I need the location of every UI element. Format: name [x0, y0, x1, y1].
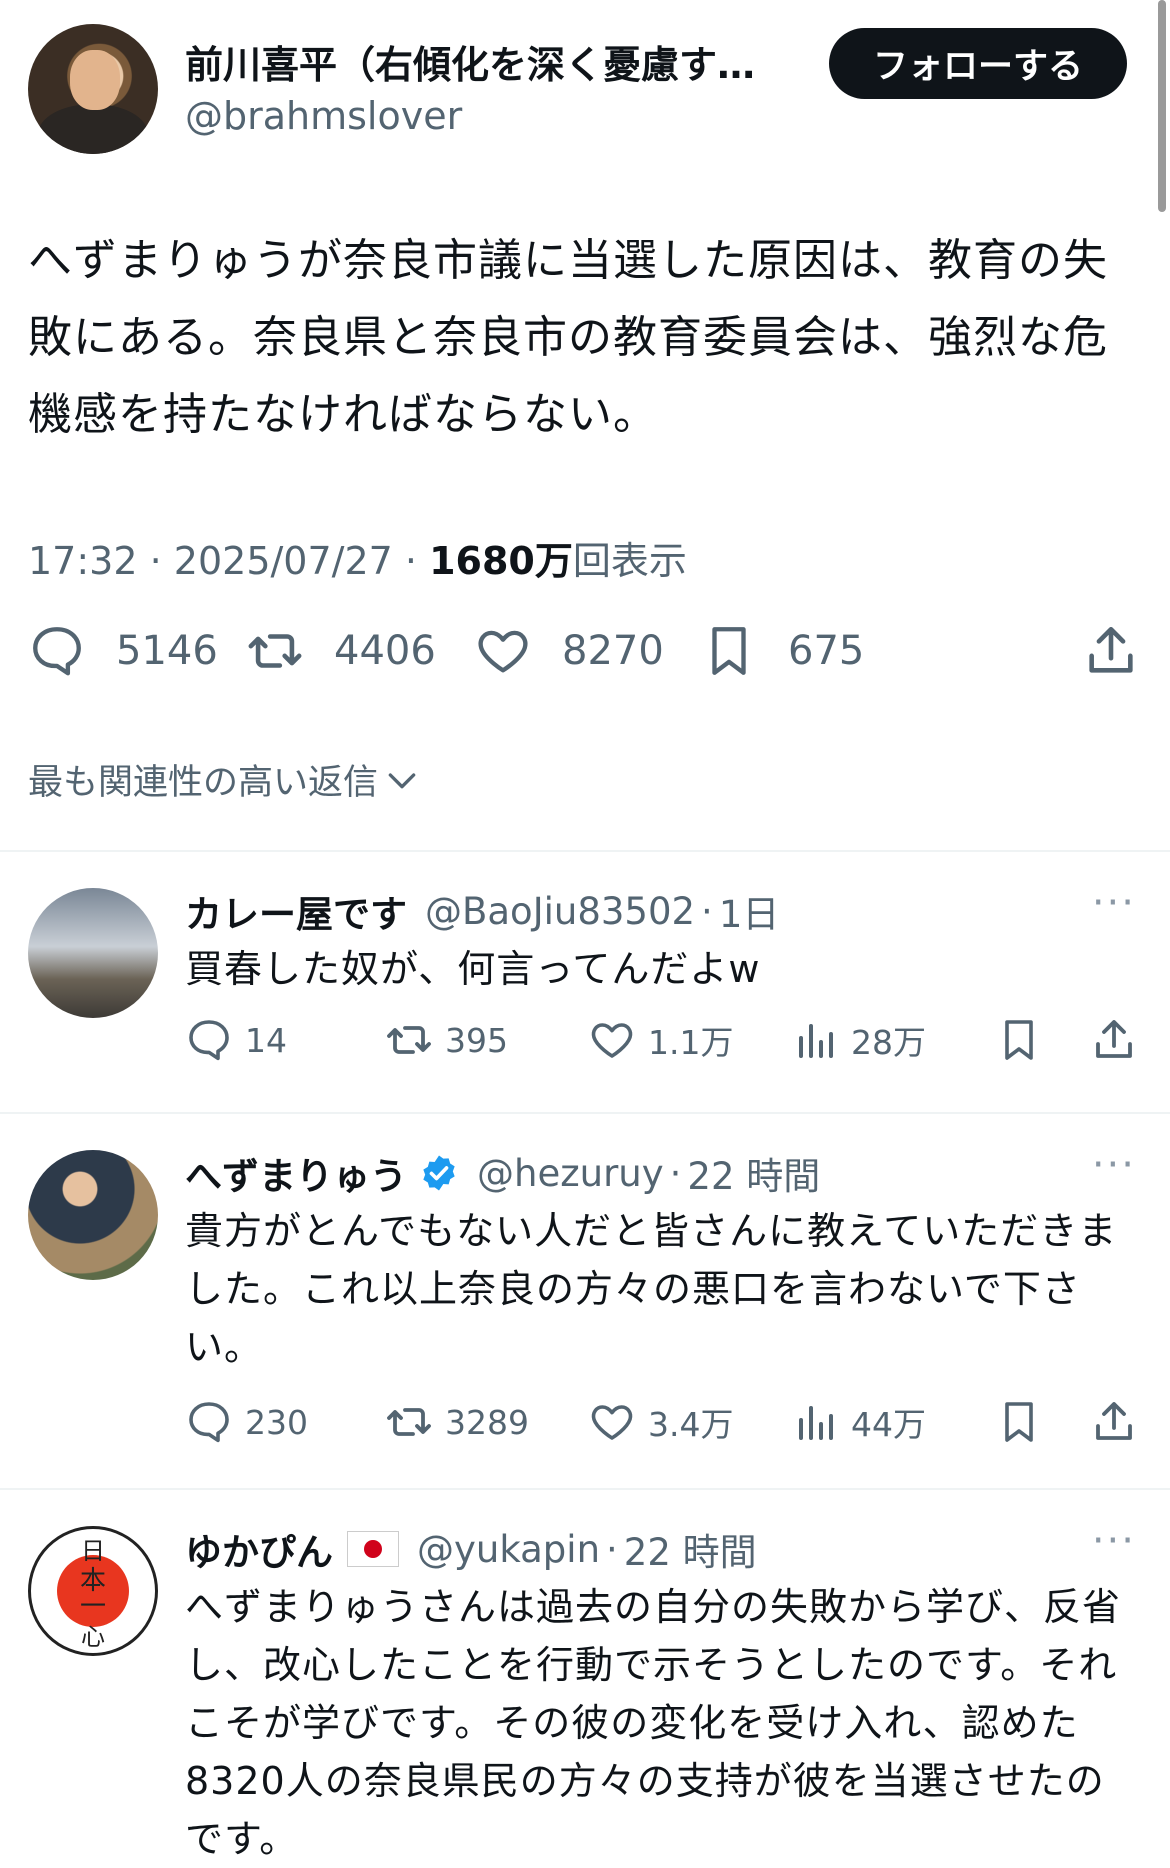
retweet-count: 3289: [445, 1402, 529, 1442]
views-action[interactable]: 44万: [791, 1398, 926, 1446]
views-count: 44万: [851, 1405, 926, 1444]
tweet-text: へずまりゅうが奈良市議に当選した原因は、教育の失敗にある。奈良県と奈良市の教育委…: [28, 235, 1108, 440]
reply-text: へずまりゅうさんは過去の自分の失敗から学び、反省し、改心したことを行動で示そうと…: [185, 1585, 1122, 1861]
retweet-icon: [248, 634, 302, 668]
reply-item[interactable]: 日 本 一 心 ゆかぴん @yukapin · 22 時間 ··· へずまりゅう…: [0, 1490, 1170, 1861]
bookmark-action[interactable]: [995, 1398, 1043, 1446]
heart-icon: [591, 1405, 633, 1440]
reply-header: ゆかぴん @yukapin · 22 時間: [185, 1522, 757, 1576]
reply-text: 貴方がとんでもない人だと皆さんに教えていただきました。これ以上奈良の方々の悪口を…: [185, 1209, 1118, 1369]
retweet-action[interactable]: 4406: [246, 622, 436, 680]
bookmark-count: 675: [788, 628, 865, 674]
tweet-time[interactable]: 17:32: [28, 539, 138, 583]
japan-flag-icon: [347, 1531, 399, 1567]
retweet-count: 4406: [334, 628, 436, 674]
share-action[interactable]: [1090, 1016, 1138, 1064]
reply-time[interactable]: 22 時間: [687, 1146, 820, 1200]
avatar[interactable]: 日 本 一 心: [28, 1526, 158, 1656]
reply-icon: [189, 1020, 229, 1061]
reply-author-handle[interactable]: @BaoJiu83502: [425, 890, 695, 933]
reply-item[interactable]: へずまりゅう @hezuruy · 22 時間 ··· 貴方がとんでもない人だと…: [0, 1114, 1170, 1488]
bookmark-icon: [1005, 1020, 1033, 1060]
meta-separator: ·: [149, 539, 162, 583]
meta-separator: ·: [669, 1151, 682, 1195]
tweet-date[interactable]: 2025/07/27: [174, 539, 393, 583]
reply-action[interactable]: 230: [185, 1398, 308, 1446]
reply-item[interactable]: カレー屋です @BaoJiu83502 · 1日 ··· 買春した奴が、何言って…: [0, 852, 1170, 1110]
views-action[interactable]: 28万: [791, 1016, 926, 1064]
like-action[interactable]: 3.4万: [588, 1398, 733, 1446]
retweet-action[interactable]: 395: [385, 1016, 508, 1064]
retweet-icon: [387, 1026, 431, 1054]
more-options-icon[interactable]: ···: [1092, 880, 1136, 926]
views-label: 回表示: [572, 539, 687, 583]
reply-author-handle[interactable]: @hezuruy: [477, 1152, 664, 1195]
like-count: 8270: [562, 628, 664, 674]
share-icon: [1089, 626, 1133, 673]
reply-icon: [189, 1402, 229, 1443]
bookmark-icon: [712, 627, 746, 675]
meta-separator: ·: [701, 889, 713, 933]
bookmark-action[interactable]: 675: [700, 622, 864, 680]
author-name[interactable]: 前川喜平（右傾化を深く憂慮す…: [185, 34, 755, 89]
share-icon: [1096, 1402, 1132, 1440]
replies-sort-dropdown[interactable]: 最も関連性の高い返信: [28, 754, 422, 805]
views-count: 1680万: [429, 539, 573, 583]
reply-count: 14: [245, 1020, 287, 1060]
avatar[interactable]: [28, 1150, 158, 1280]
analytics-icon: [799, 1406, 833, 1440]
share-action[interactable]: [1082, 622, 1140, 680]
reply-actions: 14 395 1.1万 28万: [185, 1016, 1145, 1072]
analytics-icon: [799, 1024, 833, 1058]
reply-action[interactable]: 14: [185, 1016, 287, 1064]
views-count: 28万: [851, 1023, 926, 1062]
share-icon: [1096, 1020, 1132, 1058]
reply-action[interactable]: 5146: [28, 622, 218, 680]
svg-text:日: 日: [81, 1537, 105, 1565]
main-tweet-header: 前川喜平（右傾化を深く憂慮す… @brahmslover フォローする: [28, 24, 1128, 154]
like-action[interactable]: 8270: [474, 622, 664, 680]
bookmark-action[interactable]: [995, 1016, 1043, 1064]
svg-text:一: 一: [80, 1592, 106, 1622]
more-options-icon[interactable]: ···: [1092, 1142, 1136, 1188]
reply-time[interactable]: 1日: [719, 884, 780, 938]
retweet-icon: [387, 1408, 431, 1436]
reply-header: カレー屋です @BaoJiu83502 · 1日: [185, 884, 779, 938]
reply-author-name[interactable]: ゆかぴん: [185, 1522, 333, 1576]
retweet-count: 395: [445, 1020, 508, 1060]
svg-text:心: 心: [81, 1623, 105, 1651]
tweet-meta: 17:32 · 2025/07/27 · 1680万回表示: [28, 530, 687, 585]
reply-count: 230: [245, 1402, 308, 1442]
replies-sort-label: 最も関連性の高い返信: [28, 763, 379, 803]
reply-author-handle[interactable]: @yukapin: [417, 1528, 600, 1571]
reply-text: 買春した奴が、何言ってんだよw: [185, 947, 761, 991]
like-action[interactable]: 1.1万: [588, 1016, 733, 1064]
meta-separator: ·: [606, 1527, 618, 1571]
follow-button[interactable]: フォローする: [829, 28, 1127, 99]
avatar-logo: 日 本 一 心: [57, 1537, 129, 1651]
more-options-icon[interactable]: ···: [1092, 1518, 1136, 1564]
bookmark-icon: [1005, 1402, 1033, 1442]
reply-author-name[interactable]: カレー屋です: [185, 884, 407, 938]
reply-count: 5146: [116, 628, 218, 674]
share-action[interactable]: [1090, 1398, 1138, 1446]
tweet-actions: 5146 4406 8270 675: [28, 622, 1148, 692]
reply-icon: [33, 627, 81, 676]
scrollbar[interactable]: [1158, 0, 1166, 212]
retweet-action[interactable]: 3289: [385, 1398, 529, 1446]
heart-icon: [478, 630, 528, 673]
like-count: 3.4万: [648, 1405, 734, 1444]
reply-author-name[interactable]: へずまりゅう: [185, 1146, 407, 1200]
reply-header: へずまりゅう @hezuruy · 22 時間: [185, 1146, 820, 1200]
heart-icon: [591, 1023, 633, 1058]
chevron-down-icon: [388, 772, 416, 788]
verified-badge-icon: [423, 1155, 455, 1191]
avatar[interactable]: [28, 888, 158, 1018]
reply-time[interactable]: 22 時間: [624, 1522, 757, 1576]
meta-separator: ·: [404, 539, 418, 583]
reply-actions: 230 3289 3.4万 44万: [185, 1398, 1145, 1454]
like-count: 1.1万: [648, 1023, 734, 1062]
author-handle[interactable]: @brahmslover: [185, 94, 462, 138]
avatar[interactable]: [28, 24, 158, 154]
